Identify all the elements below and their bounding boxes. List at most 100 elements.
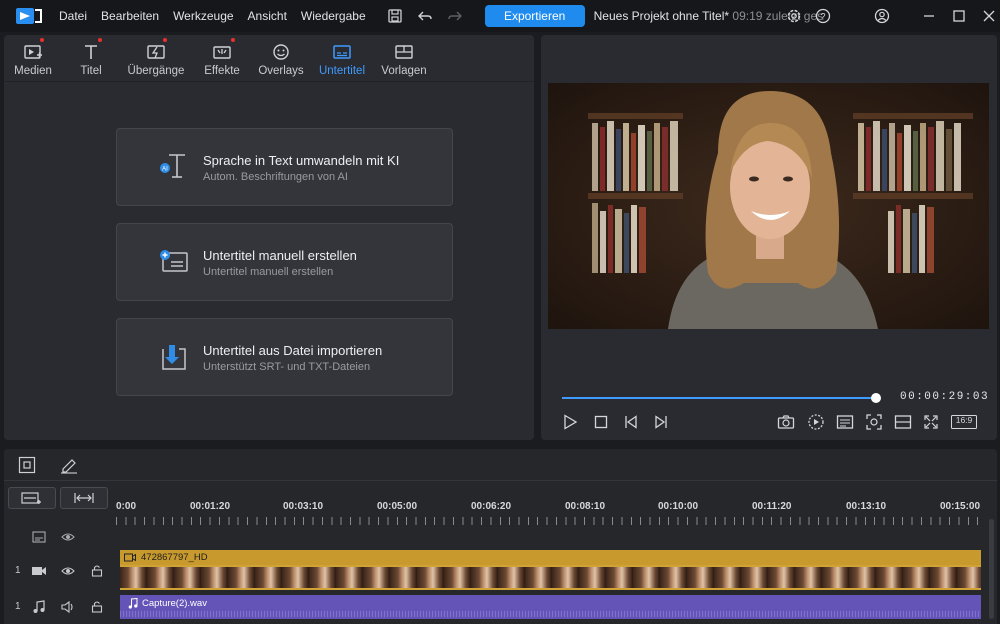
tab-label: Effekte [204, 64, 240, 77]
card-subtitle: Unterstützt SRT- und TXT-Dateien [203, 361, 371, 373]
help-icon[interactable]: ? [815, 8, 831, 24]
save-icon[interactable] [387, 8, 403, 24]
templates-icon [394, 42, 414, 62]
minimize-icon[interactable] [921, 8, 937, 24]
add-track-icon [21, 492, 41, 504]
speech-to-text-card[interactable]: AI Sprache in Text umwandeln mit KI Auto… [116, 128, 453, 206]
clip-video-icon [124, 553, 136, 562]
video-track-number: 1 [15, 565, 21, 576]
stop-icon[interactable] [592, 413, 610, 431]
card-title: Sprache in Text umwandeln mit KI [203, 153, 400, 168]
svg-text:AI: AI [162, 167, 168, 173]
import-file-icon [162, 345, 186, 370]
ruler-label: 00:15:00 [940, 501, 981, 512]
menu-werkzeuge[interactable]: Werkzeuge [173, 9, 233, 23]
video-preview[interactable] [548, 83, 989, 329]
manual-subtitles-card[interactable]: Untertitel manuell erstellen Untertitel … [116, 223, 453, 301]
tab-titel[interactable]: Titel [62, 35, 120, 81]
ruler-label: 00:06:20 [471, 501, 512, 512]
subtitle-track-visibility-eye-icon[interactable] [61, 531, 75, 546]
aspect-ratio-label: 16:9 [955, 415, 973, 425]
tab-label: Übergänge [127, 64, 185, 77]
zoom-fit-icon[interactable] [865, 413, 883, 431]
audio-clip-name: Capture(2).wav [142, 598, 207, 609]
undo-icon[interactable] [417, 8, 433, 24]
subtitle-track-header [4, 529, 114, 547]
add-track-button[interactable] [8, 487, 56, 509]
tab-label: Untertitel [318, 64, 366, 77]
subtitle-preview-icon[interactable] [836, 413, 854, 431]
new-indicator-dot [163, 38, 167, 42]
tab-vorlagen[interactable]: Vorlagen [374, 35, 434, 81]
close-icon[interactable] [981, 8, 997, 24]
video-clip-header: 472867797_HD [120, 550, 981, 565]
timeline-panel: 0:00 00:01:20 00:03:10 00:05:00 00:06:20… [4, 449, 997, 624]
tab-medien[interactable]: Medien [4, 35, 62, 81]
video-track-visibility-eye-icon[interactable] [61, 565, 75, 580]
tab-overlays[interactable]: Overlays [252, 35, 310, 81]
timeline-ruler[interactable]: 0:00 00:01:20 00:03:10 00:05:00 00:06:20… [116, 489, 993, 529]
fit-width-icon [74, 493, 94, 503]
playback-quality-icon[interactable] [807, 413, 825, 431]
import-subtitles-card[interactable]: Untertitel aus Datei importieren Unterst… [116, 318, 453, 396]
snapshot-camera-icon[interactable] [777, 413, 795, 431]
ruler-ticks [116, 517, 982, 525]
maximize-icon[interactable] [951, 8, 967, 24]
card-subtitle: Untertitel manuell erstellen [203, 266, 334, 278]
export-button[interactable]: Exportieren [484, 5, 585, 27]
timeline-scrollbar[interactable] [989, 519, 994, 619]
tab-label: Vorlagen [381, 64, 427, 77]
card-subtitle: Autom. Beschriftungen von AI [203, 171, 348, 183]
clip-audio-icon [128, 598, 138, 609]
video-frame-image [548, 83, 989, 329]
menu-wiedergabe[interactable]: Wiedergabe [301, 9, 366, 23]
playback-progress-fill [562, 397, 876, 399]
audio-track-header: 1 [4, 597, 114, 617]
card-title: Untertitel manuell erstellen [203, 248, 357, 263]
tab-label: Overlays [258, 64, 304, 77]
ruler-label: 0:00 [116, 501, 137, 512]
fit-timeline-button[interactable] [60, 487, 108, 509]
tab-label: Medien [14, 64, 52, 77]
audio-track-lock-icon[interactable] [91, 600, 103, 616]
audio-volume-icon[interactable] [61, 600, 75, 617]
account-icon[interactable] [874, 8, 890, 24]
video-clip[interactable]: 472867797_HD [120, 550, 981, 590]
ruler-label: 00:03:10 [283, 501, 324, 512]
aspect-ratio-button[interactable]: 16:9 [951, 413, 977, 431]
playback-progress-bar[interactable] [562, 393, 881, 403]
video-track-lock-icon[interactable] [91, 564, 103, 580]
menu-ansicht[interactable]: Ansicht [248, 9, 287, 23]
tab-effekte[interactable]: Effekte [192, 35, 252, 81]
new-indicator-dot [40, 38, 44, 42]
ruler-label: 00:11:20 [752, 501, 792, 512]
new-indicator-dot [98, 38, 102, 42]
next-frame-icon[interactable] [652, 413, 670, 431]
ruler-label: 00:05:00 [377, 501, 418, 512]
menu-datei[interactable]: Datei [59, 9, 87, 23]
settings-gear-icon[interactable] [786, 8, 802, 24]
title-bar: Datei Bearbeiten Werkzeuge Ansicht Wiede… [0, 0, 1000, 32]
app-logo-icon [16, 8, 42, 24]
audio-clip[interactable]: Capture(2).wav [120, 595, 981, 619]
fullscreen-icon[interactable] [922, 413, 940, 431]
ruler-label: 00:13:10 [846, 501, 887, 512]
playhead-knob[interactable] [871, 393, 881, 403]
media-icon [23, 42, 43, 62]
previous-frame-icon[interactable] [622, 413, 640, 431]
add-subtitle-icon [160, 250, 188, 272]
split-view-icon[interactable] [894, 413, 912, 431]
select-tool-icon[interactable] [17, 455, 37, 475]
music-note-icon [32, 600, 46, 617]
video-track-header: 1 [4, 561, 114, 581]
ruler-label: 00:01:20 [190, 501, 231, 512]
redo-icon[interactable] [447, 8, 463, 24]
tab-uebergaenge[interactable]: Übergänge [120, 35, 192, 81]
tab-untertitel[interactable]: Untertitel [310, 35, 374, 81]
video-clip-name: 472867797_HD [141, 552, 208, 563]
menu-bearbeiten[interactable]: Bearbeiten [101, 9, 159, 23]
timecode-display: 00:00:29:03 [900, 391, 990, 403]
pen-edit-icon[interactable] [59, 455, 79, 475]
transition-icon [146, 42, 166, 62]
play-icon[interactable] [561, 413, 579, 431]
